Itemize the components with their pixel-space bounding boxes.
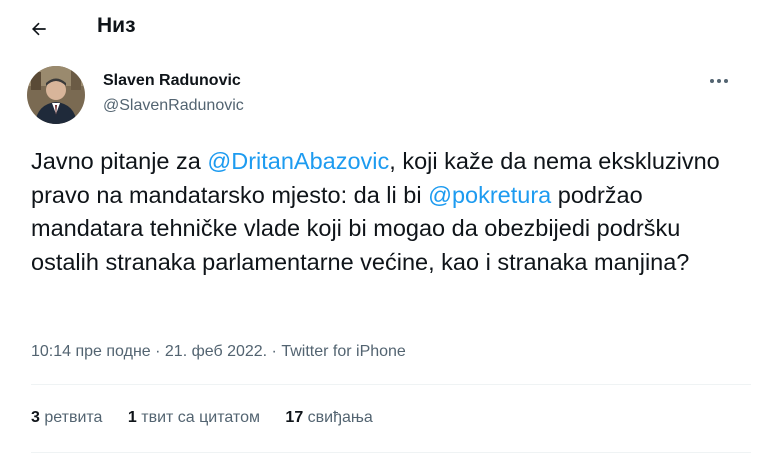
more-options-button[interactable] [704,70,734,92]
meta-separator: · [150,343,165,360]
author-handle[interactable]: @SlavenRadunovic [103,97,244,115]
retweets-stat[interactable]: 3 ретвита [31,409,102,426]
quotes-count: 1 [127,409,137,426]
avatar-photo [27,66,85,124]
tweet-stats: 3 ретвита 1 твит са цитатом 17 свиђања [31,409,394,427]
back-button[interactable] [22,12,56,46]
meta-separator: · [267,343,282,360]
mention-link-dritanabazovic[interactable]: @DritanAbazovic [207,148,389,174]
tweet-date-link[interactable]: 21. феб 2022. [165,343,267,360]
tweet-text-part: Javno pitanje za [31,148,208,174]
retweets-count: 3 [31,409,40,426]
more-horizontal-icon [710,79,728,83]
page-title: Низ [97,14,136,37]
tweet-time-link[interactable]: 10:14 пре подне [31,343,151,360]
mention-link-pokretura[interactable]: @pokretura [428,182,551,208]
avatar[interactable] [27,66,85,124]
retweets-label: ретвита [39,409,103,426]
quotes-label: твит са цитатом [136,409,260,426]
header-bar: Низ [0,0,773,56]
tweet-source-link[interactable]: Twitter for iPhone [281,343,406,360]
tweet-metadata: 10:14 пре подне · 21. феб 2022. · Twitte… [31,343,406,361]
tweet-text: Javno pitanje za @DritanAbazovic, koji k… [31,145,751,279]
likes-stat[interactable]: 17 свиђања [285,409,372,426]
likes-label: свиђања [303,409,373,426]
author-name[interactable]: Slaven Radunovic [103,72,241,90]
likes-count: 17 [285,409,304,426]
divider [31,384,751,385]
quote-tweets-stat[interactable]: 1 твит са цитатом [128,409,260,426]
divider [31,452,751,453]
arrow-left-icon [32,22,46,36]
